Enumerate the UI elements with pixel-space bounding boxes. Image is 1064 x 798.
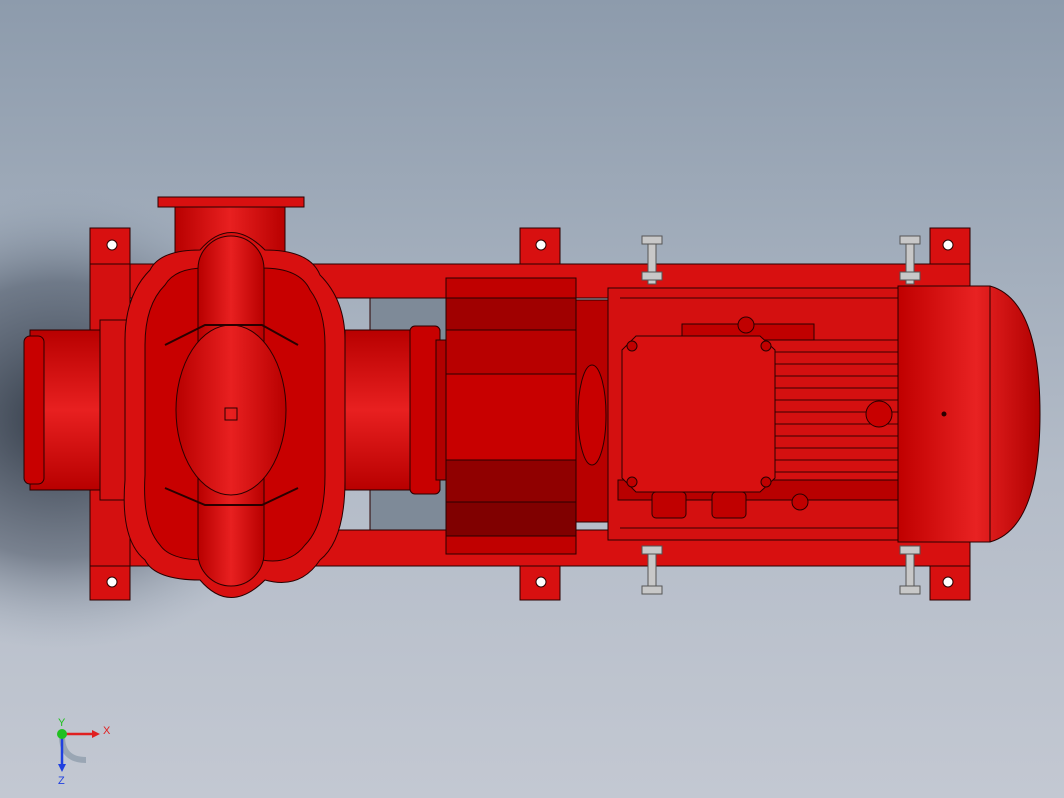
x-axis-label: X	[103, 725, 111, 737]
motor-fan-cover	[897, 285, 1041, 543]
pump-assembly[interactable]	[23, 196, 1041, 601]
motor-terminal-box	[621, 335, 776, 493]
view-triad[interactable]: X Y Z	[40, 712, 120, 792]
coupling-guard	[445, 277, 577, 555]
3d-viewport[interactable]: X Y Z	[0, 0, 1064, 798]
lifting-eye-bottom	[791, 493, 809, 511]
discharge-flange	[157, 196, 305, 208]
y-axis-dot	[57, 729, 67, 739]
lifting-eye-top	[737, 316, 755, 334]
suction-flange-left	[23, 335, 45, 485]
triad-arc	[59, 735, 87, 763]
y-axis-label: Y	[58, 717, 66, 729]
z-axis-label: Z	[58, 775, 65, 787]
motor-grease-nipple	[865, 400, 893, 428]
pump-assembly-model[interactable]	[0, 0, 1064, 798]
